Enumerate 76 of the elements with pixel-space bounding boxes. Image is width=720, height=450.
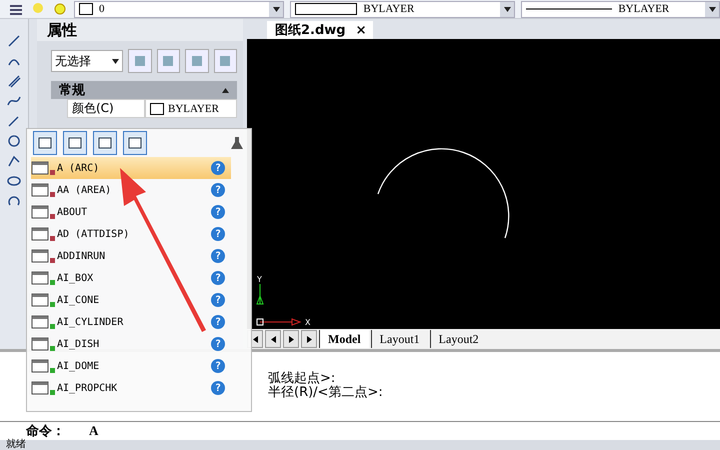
draw-tool-icon[interactable]: [6, 133, 22, 149]
help-icon[interactable]: ?: [211, 359, 225, 373]
draw-tool-icon[interactable]: [6, 153, 22, 169]
color-swatch: [295, 3, 358, 15]
selection-dropdown[interactable]: 无选择: [51, 50, 124, 72]
document-tab[interactable]: 图纸2.dwg ×: [267, 21, 373, 39]
linetype-combo[interactable]: BYLAYER: [521, 0, 720, 18]
command-item[interactable]: AI_DOME ?: [31, 355, 231, 377]
help-icon[interactable]: ?: [211, 227, 225, 241]
color-swatch: [79, 3, 93, 15]
help-icon[interactable]: ?: [211, 381, 225, 395]
layer-combo[interactable]: 0: [74, 0, 284, 18]
line-sample-icon: [526, 8, 612, 10]
command-icon: [31, 380, 49, 396]
tab-nav-button[interactable]: [265, 330, 281, 348]
help-icon[interactable]: ?: [211, 315, 225, 329]
triangle-icon: [288, 336, 294, 342]
window-icon[interactable]: [33, 131, 57, 155]
window-icon[interactable]: [123, 131, 147, 155]
command-icon: [31, 226, 49, 242]
property-label: 颜色(C): [67, 99, 145, 118]
triangle-icon: [306, 336, 312, 342]
triangle-icon: [252, 336, 258, 342]
axis-label: Y: [257, 275, 262, 284]
panel-title: 属性: [37, 19, 243, 41]
command-icon: [31, 358, 49, 374]
command-history-line: 半径(R)/<第二点>:: [268, 386, 384, 400]
window-icon[interactable]: [63, 131, 87, 155]
command-prompt: 命令：: [26, 423, 65, 439]
close-icon[interactable]: ×: [356, 22, 367, 38]
caret-icon[interactable]: [708, 6, 716, 12]
tab-nav-button[interactable]: [283, 330, 299, 348]
draw-tool-icon[interactable]: [6, 73, 22, 89]
draw-tool-icon[interactable]: [6, 33, 22, 49]
command-item[interactable]: A (ARC) ?: [31, 157, 231, 179]
help-icon[interactable]: ?: [211, 293, 225, 307]
triangle-icon: [270, 336, 276, 342]
command-icon: [31, 292, 49, 308]
command-value: A: [89, 423, 98, 439]
command-icon: [31, 270, 49, 286]
command-icon: [31, 314, 49, 330]
dropdown-button[interactable]: [500, 2, 514, 16]
help-icon[interactable]: ?: [211, 249, 225, 263]
dropdown-button[interactable]: [269, 2, 284, 16]
status-text: 就绪: [6, 439, 26, 450]
section-header[interactable]: 常规: [51, 81, 237, 99]
axis-label: X: [305, 318, 310, 327]
linetype-value: BYLAYER: [618, 3, 670, 15]
help-icon[interactable]: ?: [211, 161, 225, 175]
drawing-canvas[interactable]: Y X: [247, 39, 720, 329]
layout-tab[interactable]: Model: [319, 330, 369, 348]
help-icon[interactable]: ?: [211, 271, 225, 285]
flask-icon[interactable]: [229, 135, 245, 151]
command-icon: [31, 160, 49, 176]
color-value: BYLAYER: [363, 3, 414, 15]
dropdown-button[interactable]: [705, 2, 719, 16]
caret-icon[interactable]: [272, 6, 280, 12]
layer-value: 0: [99, 3, 104, 15]
window-icon[interactable]: [93, 131, 117, 155]
command-icon: [31, 248, 49, 264]
tab-nav-button[interactable]: [301, 330, 317, 348]
command-icon: [31, 204, 49, 220]
ucs-axis-drawing: [256, 284, 302, 326]
command-item[interactable]: AI_DISH ?: [31, 333, 231, 355]
caret-icon[interactable]: [504, 6, 511, 12]
color-combo[interactable]: BYLAYER: [290, 0, 516, 18]
help-icon[interactable]: ?: [211, 205, 225, 219]
caret-icon[interactable]: [222, 88, 229, 92]
help-icon[interactable]: ?: [211, 183, 225, 197]
command-item[interactable]: AI_PROPCHK ?: [31, 377, 231, 399]
command-icon: [31, 336, 49, 352]
command-history-line: 弧线起点>:: [268, 372, 336, 386]
caret-icon[interactable]: [112, 58, 120, 64]
help-icon[interactable]: ?: [211, 337, 225, 351]
command-icon: [31, 182, 49, 198]
property-value[interactable]: BYLAYER: [145, 99, 237, 118]
